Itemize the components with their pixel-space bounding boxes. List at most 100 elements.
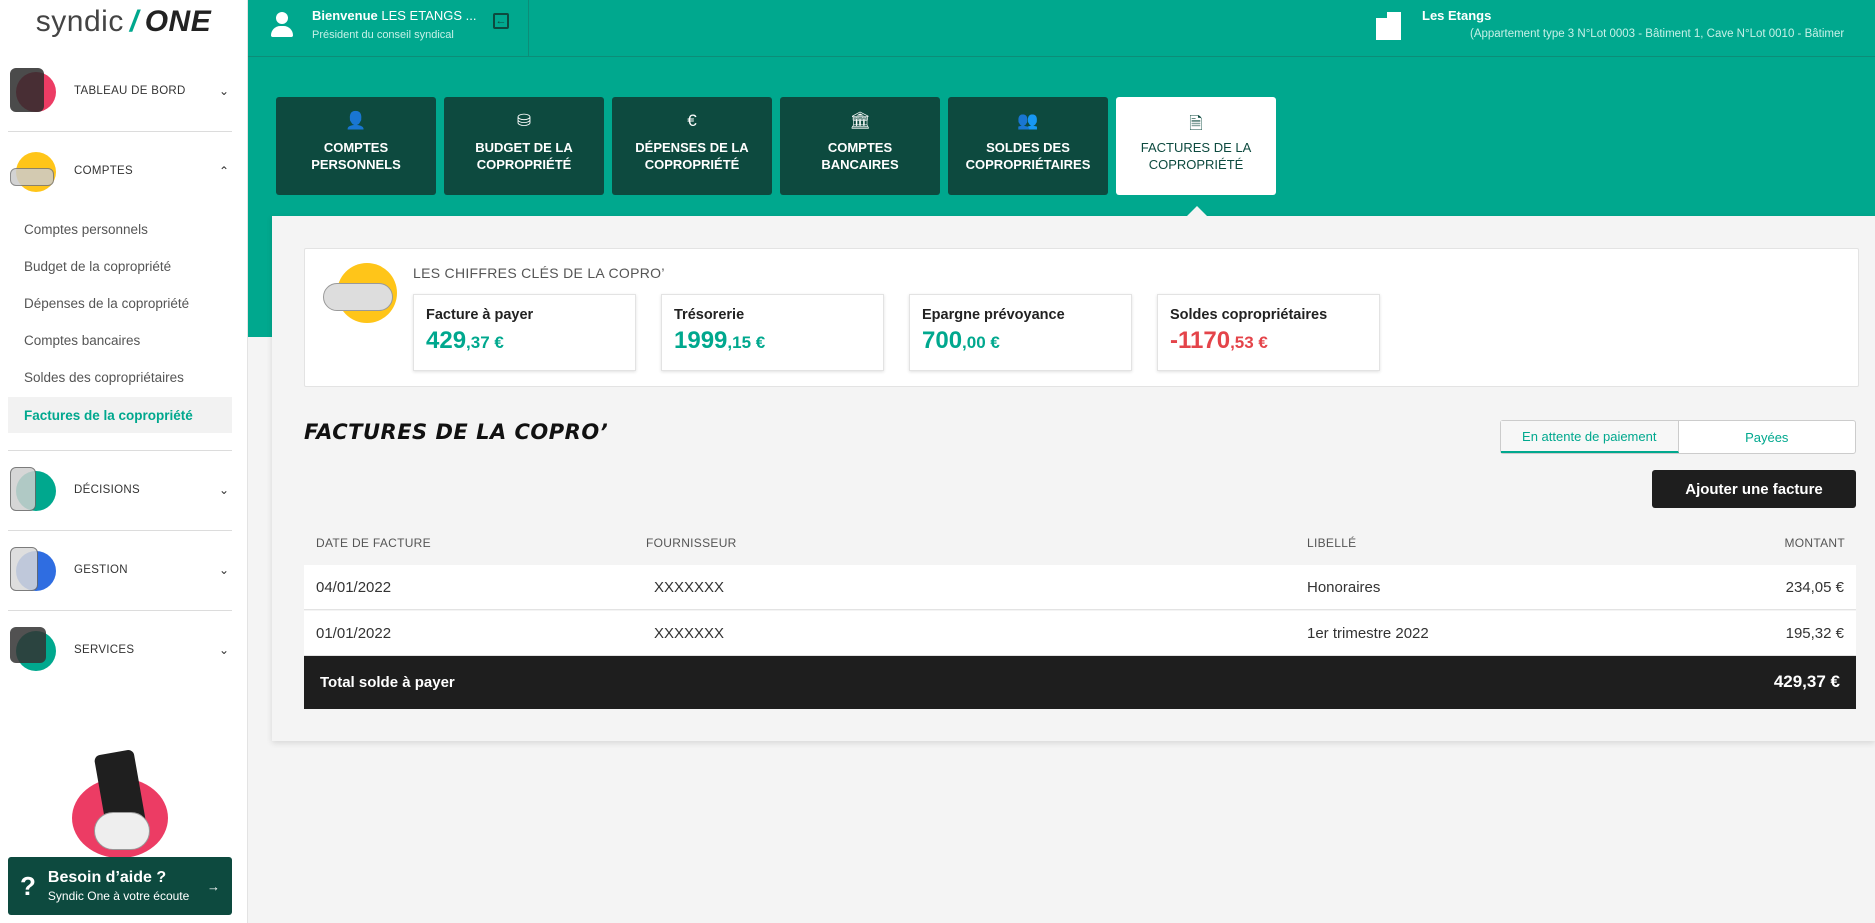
tab-soldes[interactable]: 👥 SOLDES DES COPROPRIÉTAIRES xyxy=(948,97,1108,195)
nav-section-services[interactable]: SERVICES ⌄ xyxy=(8,615,232,685)
tab-label: COMPTES PERSONNELS xyxy=(311,140,401,172)
sidebar-item-budget[interactable]: Budget de la copropriété xyxy=(8,248,232,284)
sidebar-item-depenses[interactable]: Dépenses de la copropriété xyxy=(8,285,232,321)
app-logo[interactable]: syndic / ONE xyxy=(0,0,247,44)
cell-label: Honoraires xyxy=(1307,579,1381,596)
top-bar: Bienvenue LES ETANGS ... Président du co… xyxy=(248,0,1875,57)
active-tab-pointer xyxy=(1186,206,1208,217)
nav-section-decisions[interactable]: DÉCISIONS ⌄ xyxy=(8,455,232,525)
sidebar-item-comptes-bancaires[interactable]: Comptes bancaires xyxy=(8,322,232,358)
person-icon: 👤 xyxy=(345,111,367,130)
kpi-value-dec: ,15 € xyxy=(727,333,766,352)
user-block[interactable]: Bienvenue LES ETANGS ... Président du co… xyxy=(268,8,477,41)
divider xyxy=(528,0,529,56)
divider xyxy=(8,610,232,611)
total-row: Total solde à payer 429,37 € xyxy=(304,656,1856,709)
tab-comptes-bancaires[interactable]: 🏛 COMPTES BANCAIRES xyxy=(780,97,940,195)
kpi-value-dec: ,00 € xyxy=(962,333,1000,352)
cell-amount: 234,05 € xyxy=(1785,579,1844,596)
kpi-value: 429,37 € xyxy=(426,327,623,355)
nav-section-tableau-de-bord[interactable]: TABLEAU DE BORD ⌄ xyxy=(8,56,232,126)
kpi-label: Facture à payer xyxy=(426,307,534,323)
cell-amount: 195,32 € xyxy=(1785,625,1844,642)
kpi-value-dec: ,53 € xyxy=(1230,333,1268,352)
kpi-value-int: 700 xyxy=(922,327,963,354)
tab-label: FACTURES DE LA COPROPRIÉTÉ xyxy=(1140,140,1252,172)
divider xyxy=(8,450,232,451)
phone-illustration-icon xyxy=(8,66,58,116)
building-icon xyxy=(1374,10,1404,40)
total-value: 429,37 € xyxy=(1773,672,1840,691)
kpi-value: 1999,15 € xyxy=(674,327,871,355)
cell-date: 01/01/2022 xyxy=(316,625,392,642)
chevron-down-icon: ⌄ xyxy=(218,643,230,657)
hand-coin-icon: € xyxy=(687,111,697,130)
nav-section-comptes[interactable]: COMPTES ⌃ xyxy=(8,136,232,206)
residence-title[interactable]: Les Etangs xyxy=(1422,8,1491,23)
tab-budget[interactable]: ⛁ BUDGET DE LA COPROPRIÉTÉ xyxy=(444,97,604,195)
nav-section-label: COMPTES xyxy=(74,165,133,177)
kpi-card-epargne: Epargne prévoyance 700,00 € xyxy=(909,294,1132,371)
chevron-down-icon: ⌄ xyxy=(218,84,230,98)
arrow-right-icon: → xyxy=(207,878,220,894)
divider xyxy=(8,530,232,531)
payment-status-filter: En attente de paiement Payées xyxy=(1500,420,1856,454)
help-button[interactable]: ? Besoin d’aide ? Syndic One à votre éco… xyxy=(8,857,232,915)
tab-label: BUDGET DE LA COPROPRIÉTÉ xyxy=(475,140,573,172)
chevron-up-icon: ⌃ xyxy=(218,164,230,178)
question-mark-icon: ? xyxy=(20,870,36,901)
tools-illustration-icon xyxy=(8,625,58,675)
tab-label: DÉPENSES DE LA COPROPRIÉTÉ xyxy=(635,140,749,172)
kpi-value-dec: ,37 € xyxy=(466,333,504,352)
sidebar-item-comptes-personnels[interactable]: Comptes personnels xyxy=(8,211,232,247)
kpi-card-facture: Facture à payer 429,37 € xyxy=(413,294,636,371)
column-header-amount: MONTANT xyxy=(1784,536,1845,550)
kpi-value-int: 429 xyxy=(426,327,467,354)
group-icon: 👥 xyxy=(1017,111,1039,130)
help-title: Besoin d’aide ? xyxy=(47,869,167,886)
filter-pending-button[interactable]: En attente de paiement xyxy=(1501,421,1679,453)
add-invoice-button[interactable]: Ajouter une facture xyxy=(1652,470,1856,508)
sidebar-item-factures[interactable]: Factures de la copropriété xyxy=(8,397,232,433)
kpi-value: 700,00 € xyxy=(922,327,1119,355)
tab-depenses[interactable]: € DÉPENSES DE LA COPROPRIÉTÉ xyxy=(612,97,772,195)
piggy-bank-icon: ⛁ xyxy=(516,111,532,130)
kpi-label: Epargne prévoyance xyxy=(922,307,1065,323)
column-header-label: LIBELLÉ xyxy=(1307,536,1357,550)
tab-label: SOLDES DES COPROPRIÉTAIRES xyxy=(965,140,1091,172)
welcome-text: Bienvenue LES ETANGS ... xyxy=(312,8,477,23)
sidebar: syndic / ONE TABLEAU DE BORD ⌄ COMPTES ⌃… xyxy=(0,0,248,923)
kpi-label: Soldes copropriétaires xyxy=(1170,307,1328,323)
calculator-illustration-icon xyxy=(8,545,58,595)
kpi-card-tresorerie: Trésorerie 1999,15 € xyxy=(661,294,884,371)
cell-label: 1er trimestre 2022 xyxy=(1307,625,1429,642)
chevron-down-icon: ⌄ xyxy=(218,563,230,577)
logout-icon[interactable]: ← xyxy=(493,13,509,29)
tab-factures[interactable]: 🗎 FACTURES DE LA COPROPRIÉTÉ xyxy=(1116,97,1276,195)
cell-date: 04/01/2022 xyxy=(316,579,392,596)
column-header-supplier: FOURNISSEUR xyxy=(646,536,737,550)
kpi-label: Trésorerie xyxy=(674,307,745,323)
nav-section-gestion[interactable]: GESTION ⌄ xyxy=(8,535,232,605)
cell-supplier: XXXXXXX xyxy=(654,625,725,642)
help-subtitle: Syndic One à votre écoute xyxy=(47,889,190,903)
table-row[interactable]: 04/01/2022 XXXXXXX Honoraires 234,05 € xyxy=(304,565,1856,610)
invoices-title: FACTURES DE LA COPRO’ xyxy=(304,420,609,444)
user-role: Président du conseil syndical xyxy=(312,29,454,41)
help-text: Besoin d’aide ? Syndic One à votre écout… xyxy=(48,869,207,903)
help-illustration-icon xyxy=(72,749,172,862)
kpi-card-soldes: Soldes copropriétaires -1170,53 € xyxy=(1157,294,1380,371)
kpi-value-int: 1999 xyxy=(674,327,728,354)
invoice-icon: 🗎 xyxy=(1189,114,1203,133)
logo-slash: / xyxy=(129,5,139,38)
key-figures-title: LES CHIFFRES CLÉS DE LA COPRO’ xyxy=(413,265,665,281)
tab-label: COMPTES BANCAIRES xyxy=(821,140,899,172)
nav-section-label: TABLEAU DE BORD xyxy=(74,85,186,97)
tab-comptes-personnels[interactable]: 👤 COMPTES PERSONNELS xyxy=(276,97,436,195)
logo-text-one: ONE xyxy=(144,5,212,38)
nav-section-label: DÉCISIONS xyxy=(74,484,140,496)
key-figures-panel: LES CHIFFRES CLÉS DE LA COPRO’ Facture à… xyxy=(304,248,1859,387)
filter-paid-button[interactable]: Payées xyxy=(1679,421,1856,453)
table-row[interactable]: 01/01/2022 XXXXXXX 1er trimestre 2022 19… xyxy=(304,611,1856,656)
sidebar-item-soldes[interactable]: Soldes des copropriétaires xyxy=(8,359,232,395)
